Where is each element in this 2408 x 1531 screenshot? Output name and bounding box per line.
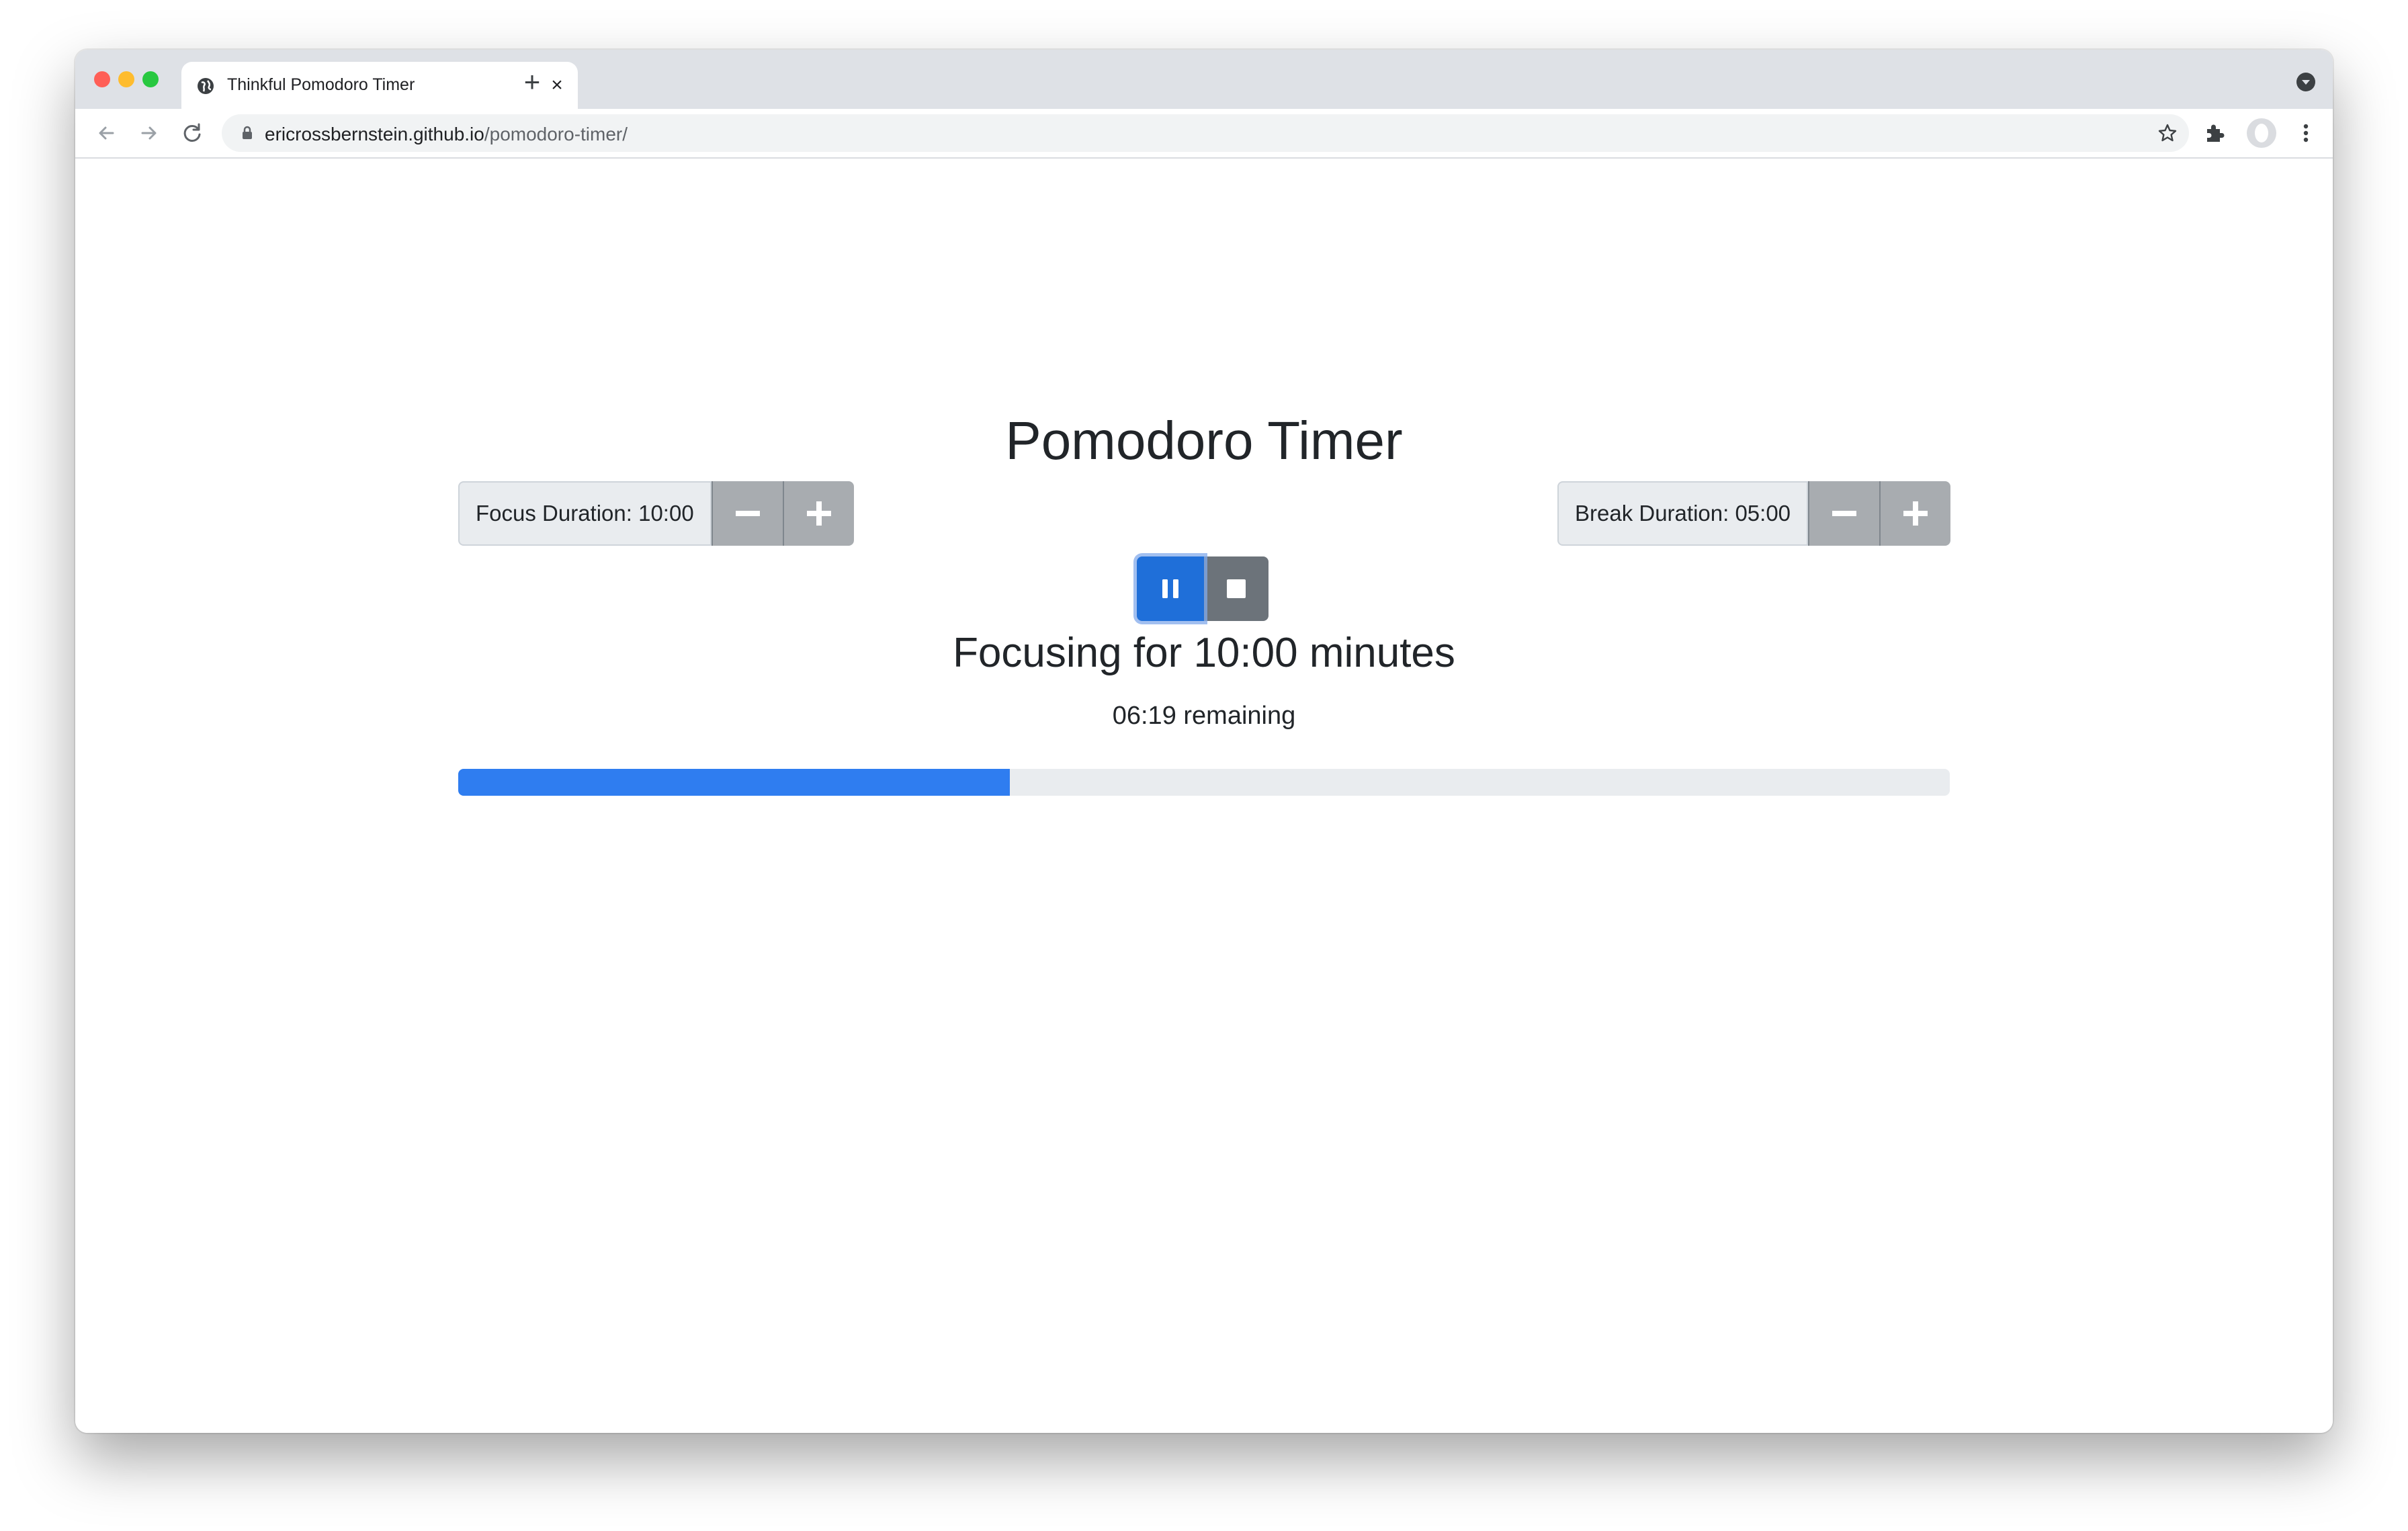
pause-icon <box>1162 579 1178 598</box>
minimize-window-button[interactable] <box>118 71 134 87</box>
globe-icon <box>198 78 214 94</box>
focus-duration-group: Focus Duration: 10:00 <box>458 481 854 546</box>
stop-button[interactable] <box>1204 556 1268 621</box>
decrease-focus-button[interactable] <box>711 481 783 546</box>
increase-focus-button[interactable] <box>782 481 854 546</box>
lock-icon[interactable] <box>239 125 255 141</box>
url-text[interactable]: ericrossbernstein.github.io/pomodoro-tim… <box>265 124 628 145</box>
page-title: Pomodoro Timer <box>1005 411 1403 470</box>
break-duration-label: Break Duration: 05:00 <box>1557 481 1809 546</box>
maximize-window-button[interactable] <box>142 71 159 87</box>
url-path: /pomodoro-timer/ <box>484 124 628 144</box>
session-status-heading: Focusing for 10:00 minutes <box>953 630 1455 676</box>
session-progress-bar <box>458 769 1950 796</box>
stop-icon <box>1227 579 1246 598</box>
close-window-button[interactable] <box>94 71 110 87</box>
back-icon[interactable] <box>93 120 120 147</box>
page-content: Pomodoro Timer Focus Duration: 10:00 Bre… <box>75 159 2333 1433</box>
browser-window: Thinkful Pomodoro Timer × + ericrossbern… <box>75 50 2333 1433</box>
address-bar[interactable]: ericrossbernstein.github.io/pomodoro-tim… <box>222 114 2189 152</box>
forward-icon[interactable] <box>136 120 163 147</box>
progress-bar-fill <box>458 769 1010 796</box>
avatar-icon[interactable] <box>2247 118 2276 148</box>
reload-icon[interactable] <box>179 120 206 147</box>
time-remaining: 06:19 remaining <box>1112 702 1296 730</box>
tab-search-icon[interactable] <box>2296 73 2315 91</box>
minus-icon <box>735 511 760 516</box>
timer-controls <box>1137 556 1268 621</box>
increase-break-button[interactable] <box>1879 481 1951 546</box>
minus-icon <box>1832 511 1857 516</box>
tab-strip: Thinkful Pomodoro Timer × + <box>75 50 2333 109</box>
star-icon[interactable] <box>2157 122 2178 144</box>
decrease-break-button[interactable] <box>1808 481 1880 546</box>
new-tab-button[interactable]: + <box>517 67 547 97</box>
more-icon[interactable] <box>2292 120 2319 147</box>
break-duration-group: Break Duration: 05:00 <box>1557 481 1951 546</box>
tab-close-icon[interactable]: × <box>547 75 567 95</box>
extensions-icon[interactable] <box>2201 120 2228 147</box>
pause-button[interactable] <box>1137 556 1204 621</box>
focus-duration-label: Focus Duration: 10:00 <box>458 481 712 546</box>
plus-icon <box>1903 501 1928 526</box>
url-host: ericrossbernstein.github.io <box>265 124 484 144</box>
plus-icon <box>806 501 831 526</box>
tab-title: Thinkful Pomodoro Timer <box>227 75 415 94</box>
browser-toolbar: ericrossbernstein.github.io/pomodoro-tim… <box>75 109 2333 159</box>
